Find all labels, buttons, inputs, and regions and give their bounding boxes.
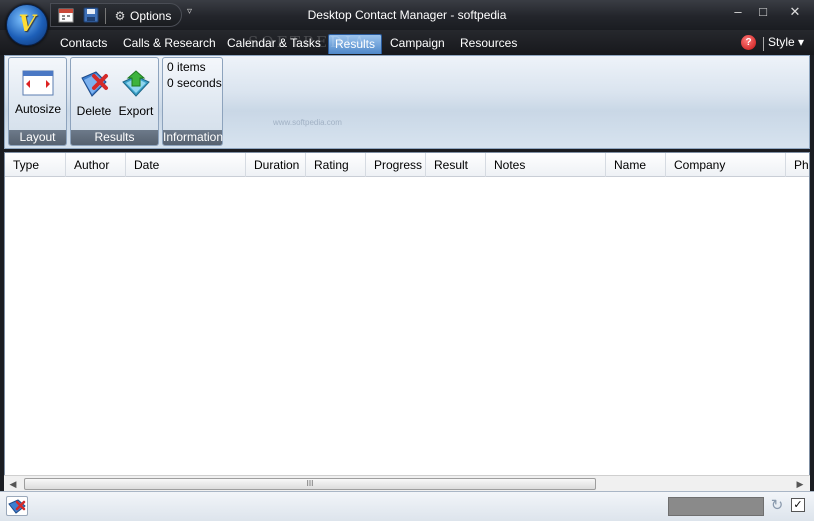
status-bar: ↻ ✓ [0, 491, 814, 521]
tab-contacts[interactable]: Contacts [54, 34, 113, 54]
column-header-type[interactable]: Type [5, 153, 66, 177]
layout-group-label: Layout [9, 130, 66, 145]
watermark-url: www.softpedia.com [273, 118, 342, 127]
column-header-duration[interactable]: Duration [246, 153, 306, 177]
scroll-grip: III [306, 479, 314, 488]
information-group-label: Information [163, 130, 224, 145]
export-label: Export [118, 104, 154, 118]
autosize-button[interactable]: Autosize [13, 70, 63, 116]
column-header-result[interactable]: Result [426, 153, 486, 177]
column-header-rating[interactable]: Rating [306, 153, 366, 177]
column-header-phone[interactable]: Ph [786, 153, 809, 177]
scroll-left-arrow[interactable]: ◀ [6, 478, 20, 490]
autosize-icon [22, 70, 54, 96]
column-header-name[interactable]: Name [606, 153, 666, 177]
column-header-notes[interactable]: Notes [486, 153, 606, 177]
column-header-progress[interactable]: Progress [366, 153, 426, 177]
title-bar: ⚙ Options ▿ Desktop Contact Manager - sof… [0, 0, 814, 30]
results-group-label: Results [71, 130, 158, 145]
refresh-icon[interactable]: ↻ [768, 497, 786, 515]
information-group: 0 items 0 seconds Information [162, 57, 223, 146]
column-header-author[interactable]: Author [66, 153, 126, 177]
status-app-icon [8, 499, 26, 514]
help-icon[interactable]: ? [741, 35, 756, 50]
app-orb-icon[interactable]: V [6, 4, 48, 46]
status-progress-bar [668, 497, 764, 516]
scroll-thumb[interactable]: III [24, 478, 596, 490]
results-grid[interactable]: Type Author Date Duration Rating Progres… [4, 152, 810, 489]
horizontal-scrollbar[interactable]: ◀ III ▶ [4, 475, 810, 491]
menu-bar: Contacts Calls & Research Calendar & Tas… [0, 30, 814, 55]
delete-label: Delete [76, 104, 112, 118]
tab-resources[interactable]: Resources [454, 34, 523, 54]
results-group: Delete Export Results [70, 57, 159, 146]
scroll-right-arrow[interactable]: ▶ [793, 478, 807, 490]
tab-calls-research[interactable]: Calls & Research [117, 34, 222, 54]
delete-button[interactable]: Delete [74, 70, 114, 118]
column-header-date[interactable]: Date [126, 153, 246, 177]
ribbon: www.softpedia.com Autosize Layout Delete [4, 55, 810, 149]
layout-group: Autosize Layout [8, 57, 67, 146]
status-app-button[interactable] [6, 496, 28, 516]
close-button[interactable]: ✕ [784, 3, 806, 21]
status-checkbox[interactable]: ✓ [791, 498, 805, 512]
app-logo: V [18, 11, 36, 37]
items-count: 0 items [167, 60, 206, 74]
column-header-company[interactable]: Company [666, 153, 786, 177]
elapsed-time: 0 seconds [167, 76, 222, 90]
maximize-button[interactable]: □ [752, 3, 774, 21]
tab-campaign[interactable]: Campaign [384, 34, 451, 54]
export-button[interactable]: Export [116, 70, 156, 118]
export-icon [122, 70, 150, 97]
minimize-button[interactable]: – [727, 3, 749, 21]
style-separator [763, 37, 764, 51]
watermark: SOFTPEDIA [248, 33, 368, 51]
delete-icon [81, 71, 108, 97]
column-header-row: Type Author Date Duration Rating Progres… [5, 153, 809, 177]
window-title: Desktop Contact Manager - softpedia [307, 8, 507, 22]
style-menu[interactable]: Style ▾ [768, 35, 804, 49]
autosize-label: Autosize [14, 102, 62, 116]
